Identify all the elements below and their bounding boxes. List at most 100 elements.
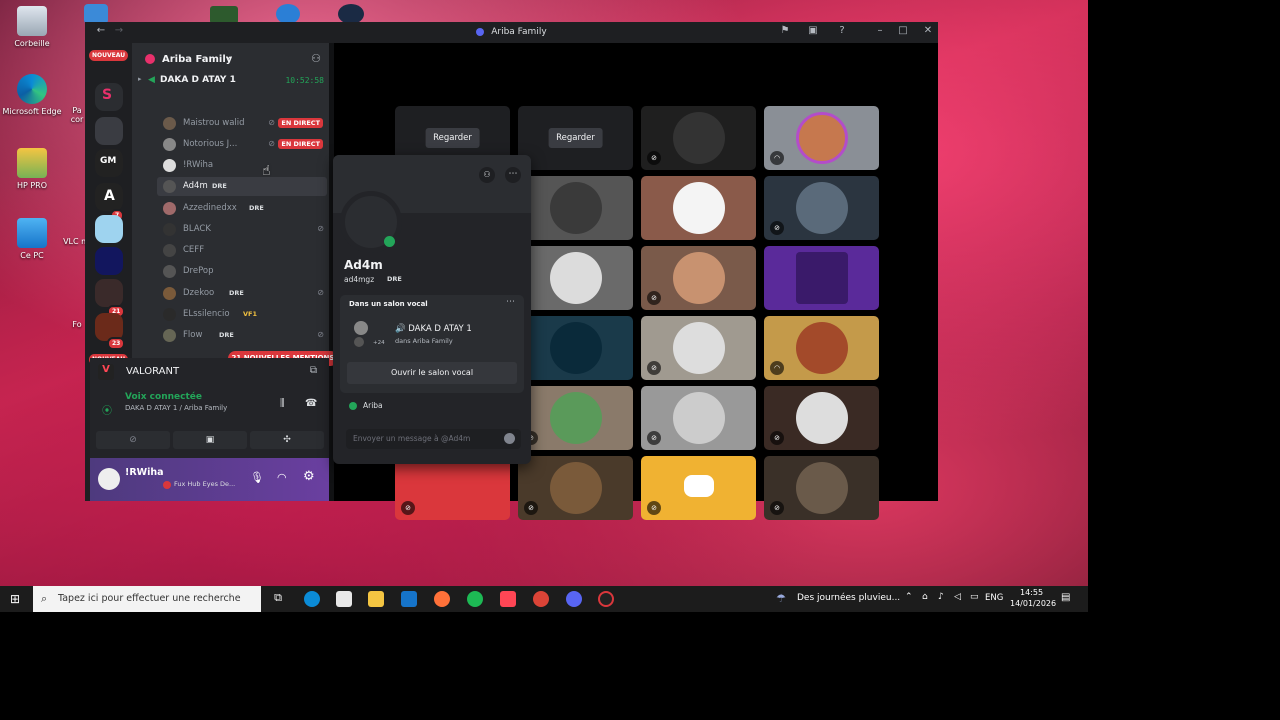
settings-gear-icon[interactable]: ⚙	[303, 469, 315, 484]
emoji-icon[interactable]	[504, 433, 515, 444]
participant-tile[interactable]: ⊘	[764, 456, 879, 520]
clock-time[interactable]: 14:55	[1020, 588, 1043, 597]
inbox-flag-icon[interactable]: ⚑	[777, 25, 793, 40]
store-icon[interactable]	[336, 591, 352, 607]
clock-date[interactable]: 14/01/2026	[1010, 599, 1056, 608]
maximize-icon[interactable]: □	[895, 25, 911, 40]
voice-member[interactable]: !RWiha	[157, 156, 327, 175]
network-icon[interactable]: ▭	[970, 592, 979, 602]
valorant-icon[interactable]	[500, 591, 516, 607]
app-icon-2[interactable]	[338, 4, 364, 24]
server-header[interactable]: Ariba Family ⌄ ⚇	[132, 43, 329, 77]
watch-button[interactable]: Regarder	[548, 128, 603, 148]
participant-tile[interactable]	[764, 246, 879, 310]
stream-tile[interactable]: Regarder	[518, 106, 633, 170]
message-placeholder: Envoyer un message à @Ad4m	[353, 434, 471, 443]
spotify-icon[interactable]	[467, 591, 483, 607]
voice-member[interactable]: Dzekoo DRE ⊘	[157, 284, 327, 303]
message-input[interactable]: Envoyer un message à @Ad4m	[346, 429, 521, 449]
new-badge: NOUVEAU	[89, 50, 129, 61]
watch-button[interactable]: Regarder	[425, 128, 480, 148]
participant-tile[interactable]: ⊘	[641, 316, 756, 380]
voice-member[interactable]: Azzedinedxx DRE	[157, 199, 327, 218]
participant-tile[interactable]: ⊘	[641, 246, 756, 310]
noise-suppression-icon[interactable]: ⫼	[280, 398, 285, 409]
app-icon-3[interactable]	[84, 4, 108, 24]
participant-tile[interactable]: ◠	[764, 316, 879, 380]
avatar	[163, 244, 176, 257]
recycle-bin-icon[interactable]: Corbeille	[0, 6, 67, 48]
voice-member[interactable]: DrePop	[157, 262, 327, 281]
edge-icon[interactable]: Microsoft Edge	[0, 74, 67, 116]
voice-member[interactable]: CEFF	[157, 241, 327, 260]
voice-member-hovered[interactable]: Ad4m DRE	[157, 177, 327, 196]
microphone-icon[interactable]: ♪	[938, 592, 944, 602]
server-icon[interactable]	[95, 279, 123, 307]
camera-off-button[interactable]: ⊘	[96, 431, 170, 449]
firefox-icon[interactable]	[434, 591, 450, 607]
muted-mic-icon: ⊘	[268, 118, 275, 127]
participant-tile[interactable]: ⊘	[518, 386, 633, 450]
participant-tile[interactable]	[518, 246, 633, 310]
voice-status[interactable]: Voix connectée	[125, 392, 202, 402]
weather-text[interactable]: Des journées pluvieu...	[797, 593, 900, 603]
discord-icon[interactable]	[566, 591, 582, 607]
participant-tile[interactable]: ⊘	[641, 456, 756, 520]
mutual-server[interactable]: Ariba	[363, 401, 383, 410]
chrome-icon[interactable]	[533, 591, 549, 607]
participant-tile[interactable]: ⊘	[641, 386, 756, 450]
volume-icon[interactable]: ◁	[954, 592, 961, 602]
voice-member[interactable]: BLACK ⊘	[157, 220, 327, 239]
minimize-icon[interactable]: –	[872, 25, 888, 40]
voice-member[interactable]: ELssilencio VF1	[157, 305, 327, 324]
microphone-icon[interactable]: 🎙	[250, 471, 264, 484]
file-explorer-icon[interactable]	[368, 591, 384, 607]
tray-chevron-icon[interactable]: ⌃	[905, 592, 913, 602]
edge-icon[interactable]	[304, 591, 320, 607]
participant-tile[interactable]: ◠	[764, 106, 879, 170]
notifications-icon[interactable]: ▤	[1061, 592, 1070, 603]
more-options-icon[interactable]: ⋯	[506, 297, 515, 307]
close-icon[interactable]: ✕	[920, 25, 936, 40]
participant-tile[interactable]: ⊘	[518, 456, 633, 520]
participant-tile[interactable]: ⊘	[764, 386, 879, 450]
server-icon[interactable]	[95, 247, 123, 275]
usb-icon[interactable]: ⌂	[922, 592, 928, 602]
app-icon[interactable]	[598, 591, 614, 607]
invite-icon[interactable]: ⚇	[311, 52, 321, 65]
participant-tile[interactable]	[518, 316, 633, 380]
headphones-icon[interactable]: ◠	[277, 471, 287, 484]
participant-tile[interactable]: ⊘	[395, 456, 510, 520]
server-icon[interactable]: S	[95, 83, 123, 111]
mail-icon[interactable]	[401, 591, 417, 607]
disconnect-icon[interactable]: ☎	[305, 398, 317, 409]
participant-tile[interactable]: ⊘	[641, 106, 756, 170]
hp-pro-icon[interactable]: HP PRO	[0, 148, 67, 190]
participant-tile[interactable]: ⊘	[764, 176, 879, 240]
participant-tile[interactable]	[641, 176, 756, 240]
language-indicator[interactable]: ENG	[985, 593, 1003, 603]
windows-start-icon[interactable]: ⊞	[10, 592, 20, 606]
screen-share-button[interactable]: ▣	[173, 431, 247, 449]
task-view-icon[interactable]: ⧉	[270, 591, 286, 607]
server-icon[interactable]: GM	[95, 149, 123, 177]
add-friend-icon[interactable]: ⚇	[479, 167, 495, 183]
app-icon[interactable]	[276, 4, 300, 24]
taskbar-search[interactable]: ⌕ Tapez ici pour effectuer une recherche	[33, 586, 261, 612]
voice-channel[interactable]: ▸ ◀ DAKA D ATAY 1 10:52:58	[138, 73, 326, 89]
open-voice-channel-button[interactable]: Ouvrir le salon vocal	[347, 362, 517, 384]
participant-tile[interactable]	[518, 176, 633, 240]
server-icon[interactable]	[95, 215, 123, 243]
avatar[interactable]	[98, 468, 120, 490]
activity-settings-icon[interactable]: ⧉	[310, 365, 317, 376]
voice-member[interactable]: Maistrou walid ⊘ EN DIRECT	[157, 114, 327, 133]
help-icon[interactable]: ?	[834, 25, 850, 40]
screen-share-icon[interactable]: ▣	[805, 25, 821, 40]
voice-member[interactable]: Flow DRE ⊘	[157, 326, 327, 345]
more-options-icon[interactable]: ⋯	[505, 167, 521, 183]
server-icon[interactable]: A	[95, 183, 123, 211]
activities-button[interactable]: ✣	[250, 431, 324, 449]
voice-member[interactable]: Notorious J... ⊘ EN DIRECT	[157, 135, 327, 154]
voice-location[interactable]: DAKA D ATAY 1 / Ariba Family	[125, 404, 227, 412]
server-icon[interactable]	[95, 117, 123, 145]
